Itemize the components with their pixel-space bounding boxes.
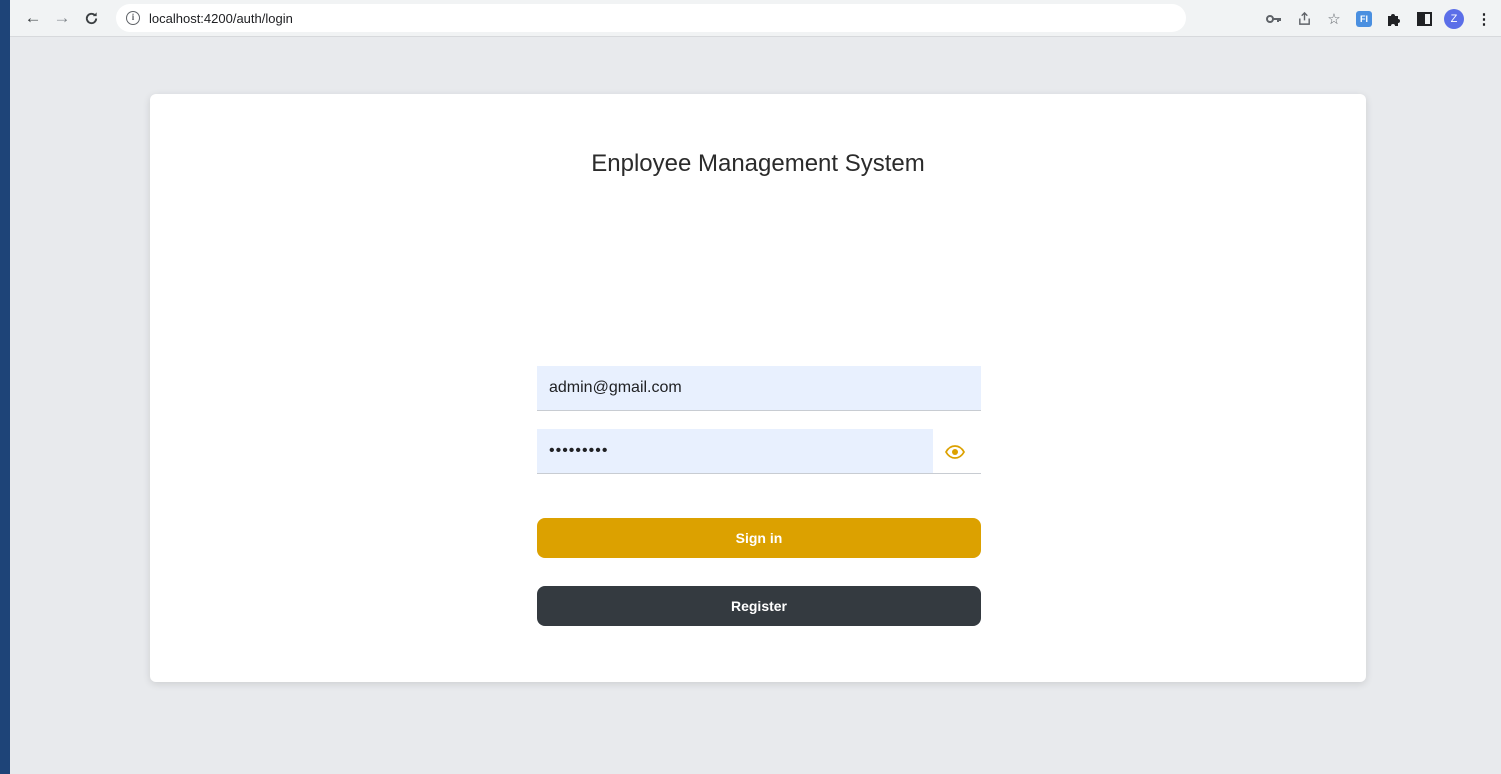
login-card: Enployee Management System Sign in Regis… bbox=[150, 94, 1366, 682]
extension-button[interactable]: FI bbox=[1353, 8, 1375, 30]
password-input[interactable] bbox=[537, 429, 933, 473]
sign-in-button[interactable]: Sign in bbox=[537, 518, 981, 558]
info-icon[interactable]: i bbox=[126, 11, 140, 25]
password-field[interactable] bbox=[537, 429, 933, 474]
star-icon: ☆ bbox=[1327, 10, 1341, 28]
eye-icon bbox=[945, 445, 965, 459]
password-manager-button[interactable] bbox=[1263, 8, 1285, 30]
toolbar-actions: ☆ FI Z ⋮ bbox=[1255, 0, 1495, 37]
toggle-password-button[interactable] bbox=[943, 440, 967, 464]
bookmark-button[interactable]: ☆ bbox=[1323, 8, 1345, 30]
url-text: localhost:4200/auth/login bbox=[149, 10, 293, 26]
password-underline bbox=[933, 473, 981, 474]
side-panel-button[interactable] bbox=[1413, 8, 1435, 30]
share-button[interactable] bbox=[1293, 8, 1315, 30]
reload-icon bbox=[85, 11, 97, 24]
browser-window: ← → i localhost:4200/auth/login ☆ FI Z ⋮… bbox=[10, 0, 1501, 774]
browser-menu-button[interactable]: ⋮ bbox=[1473, 8, 1495, 30]
puzzle-icon bbox=[1388, 13, 1400, 26]
arrow-right-icon: → bbox=[53, 8, 71, 27]
arrow-left-icon: ← bbox=[24, 8, 42, 27]
extension-icon: FI bbox=[1356, 10, 1372, 27]
forward-button[interactable]: → bbox=[49, 5, 75, 31]
side-panel-icon bbox=[1416, 11, 1432, 26]
browser-toolbar: ← → i localhost:4200/auth/login ☆ FI Z ⋮ bbox=[10, 0, 1501, 37]
email-field[interactable] bbox=[537, 366, 981, 411]
address-bar[interactable]: i localhost:4200/auth/login bbox=[116, 4, 1186, 32]
profile-button[interactable]: Z bbox=[1443, 8, 1465, 30]
share-icon bbox=[1298, 11, 1310, 25]
reload-button[interactable] bbox=[78, 5, 104, 31]
email-input[interactable] bbox=[537, 366, 981, 410]
kebab-menu-icon: ⋮ bbox=[1476, 10, 1492, 28]
back-button[interactable]: ← bbox=[20, 5, 46, 31]
page-title: Enployee Management System bbox=[591, 150, 925, 177]
key-icon bbox=[1266, 14, 1281, 23]
avatar: Z bbox=[1444, 8, 1464, 29]
register-button[interactable]: Register bbox=[537, 586, 981, 626]
extensions-menu-button[interactable] bbox=[1383, 8, 1405, 30]
